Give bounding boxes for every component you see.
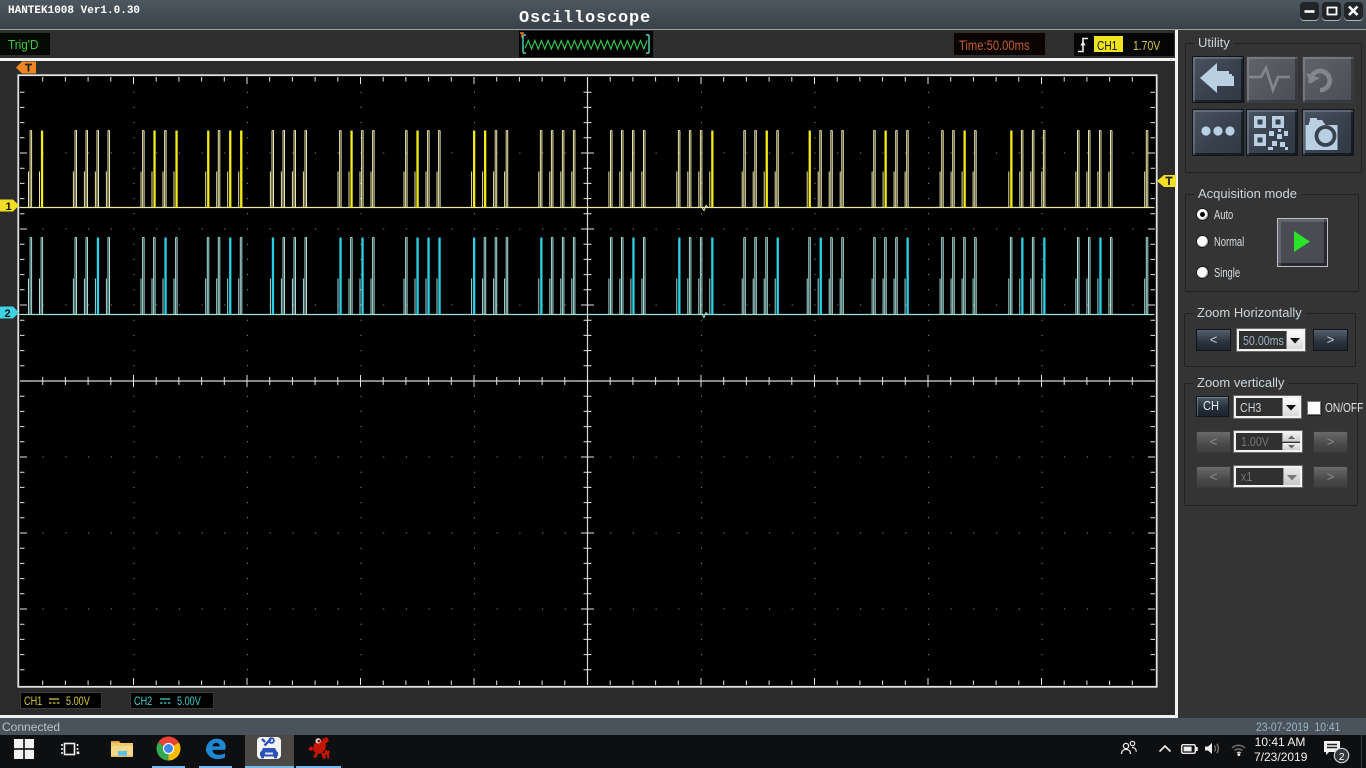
svg-text:2: 2 <box>1339 751 1345 763</box>
svg-text:2: 2 <box>5 308 11 319</box>
svg-text:1: 1 <box>6 201 12 212</box>
